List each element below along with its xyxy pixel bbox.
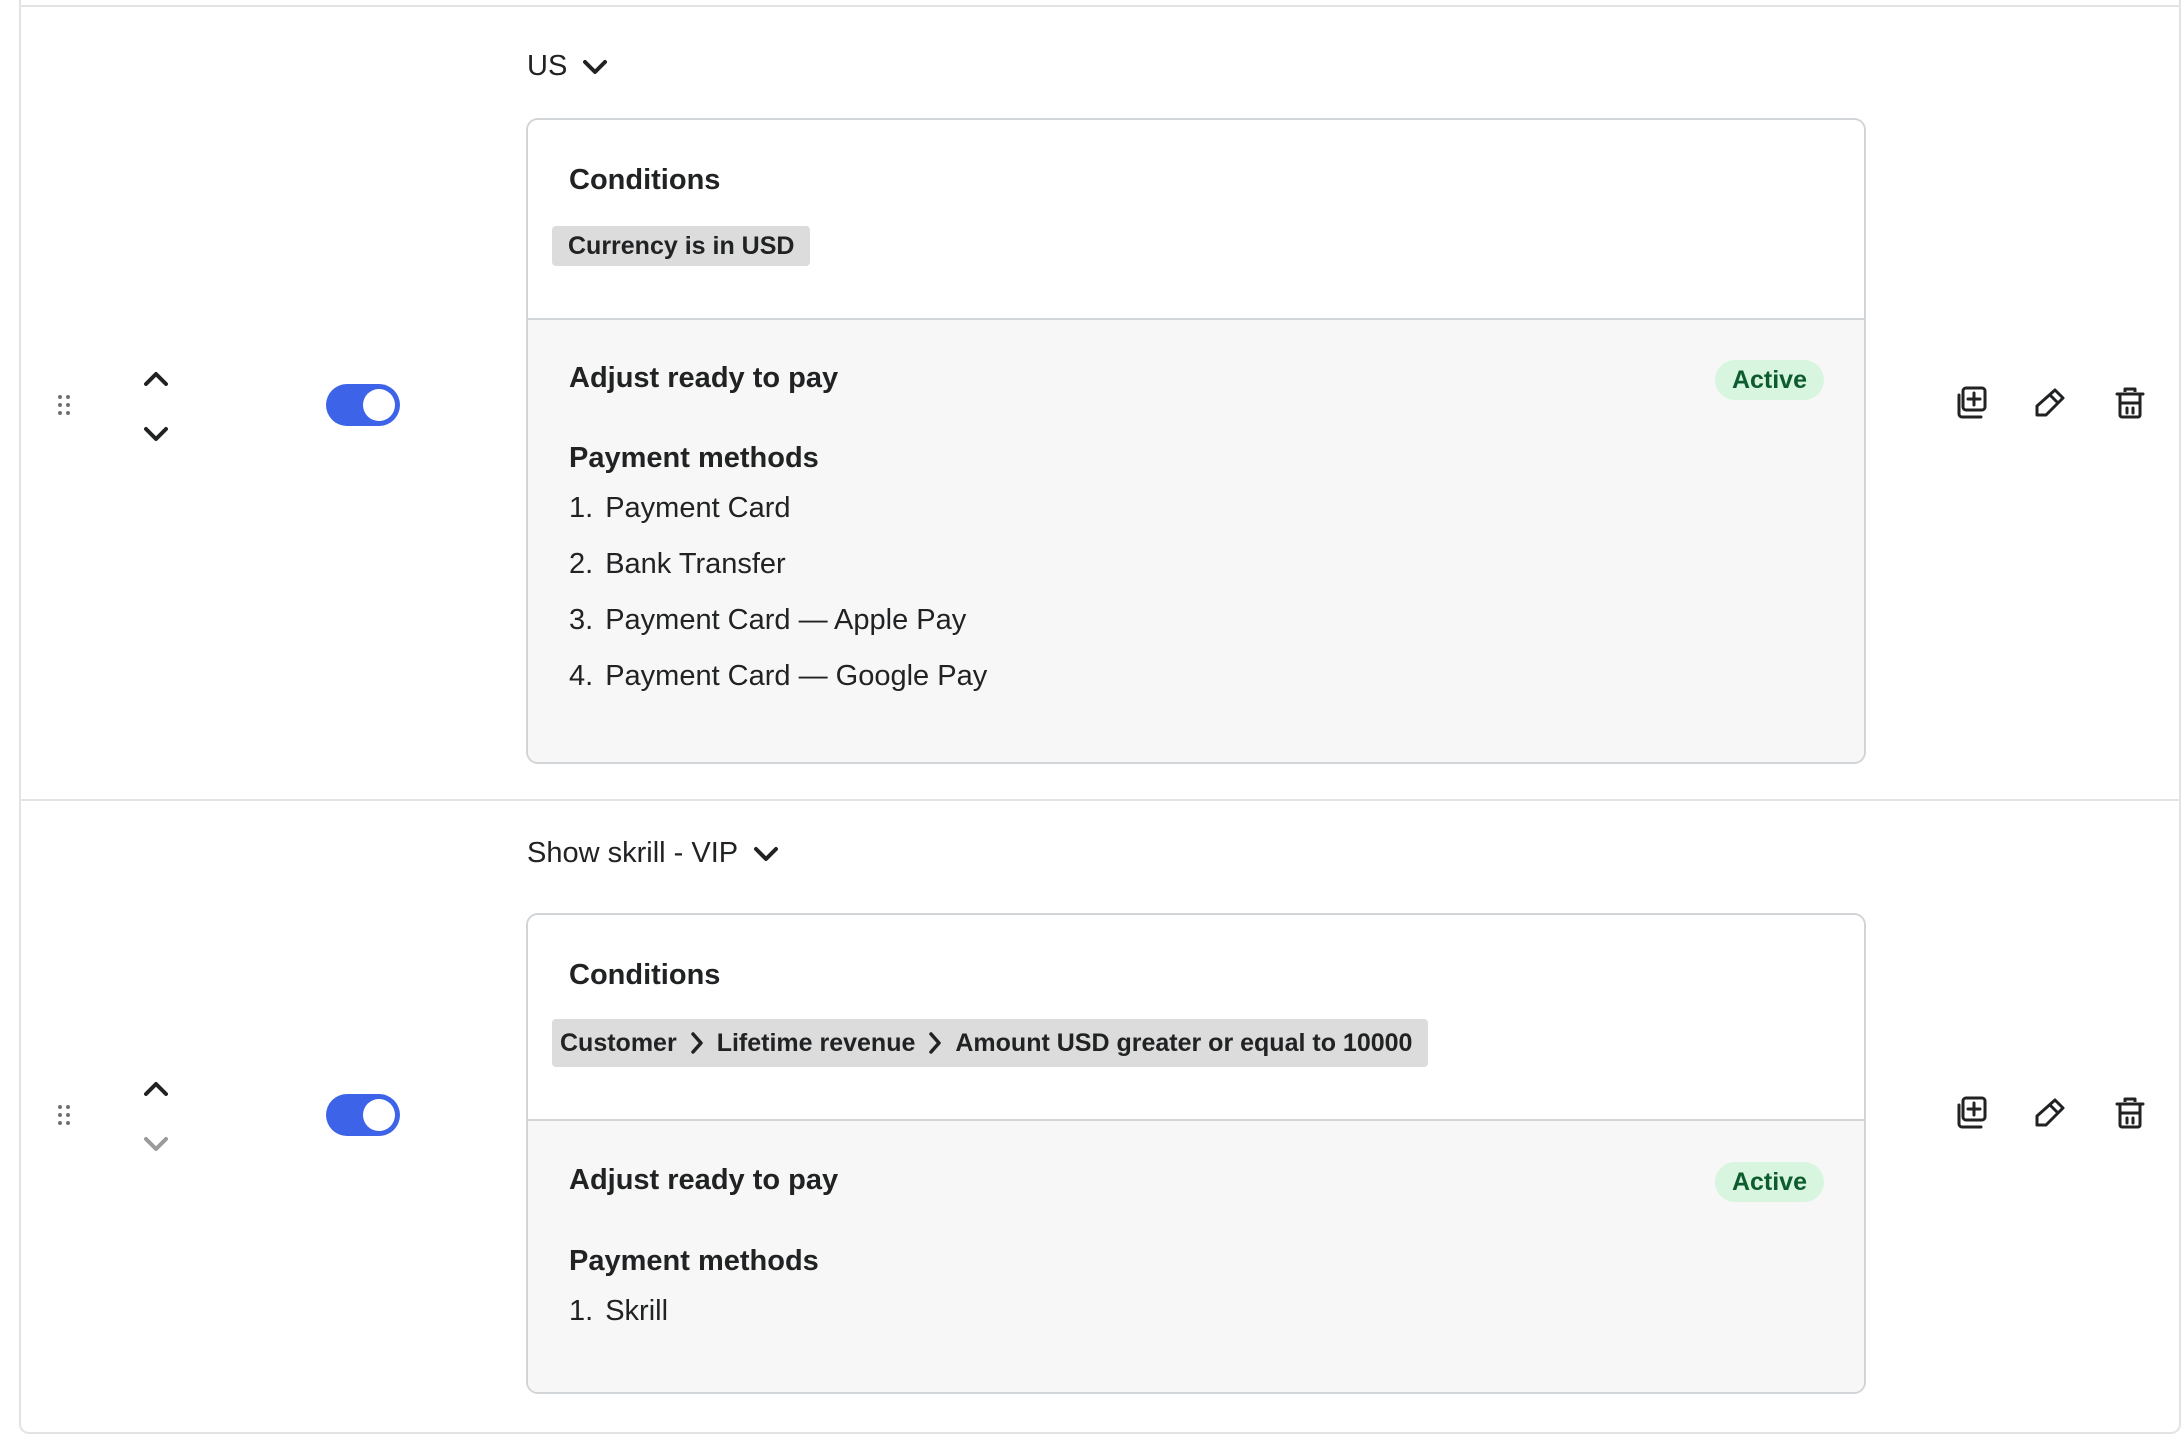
list-item: 1. Payment Card bbox=[569, 490, 987, 546]
payment-methods-heading: Payment methods bbox=[569, 1245, 819, 1277]
rule-name: Show skrill - VIP bbox=[527, 837, 739, 869]
pencil-icon[interactable] bbox=[2030, 383, 2070, 423]
item-number: 1. bbox=[569, 1295, 594, 1327]
status-badge: Active bbox=[1714, 1162, 1824, 1202]
rule-name-dropdown[interactable]: US bbox=[527, 50, 609, 83]
chevron-down-icon bbox=[144, 1137, 168, 1151]
item-label: Payment Card bbox=[605, 492, 791, 524]
toggle-knob bbox=[363, 389, 395, 421]
trash-icon[interactable] bbox=[2110, 1093, 2150, 1133]
payment-methods-heading: Payment methods bbox=[569, 442, 819, 474]
conditions-section: Conditions Currency is in USD bbox=[528, 120, 1864, 320]
rule-row: US Conditions Currency is in USD Adjust … bbox=[21, 7, 2179, 801]
chevron-right-icon bbox=[689, 1030, 705, 1056]
item-label: Payment Card — Google Pay bbox=[605, 660, 988, 692]
chevron-down-icon bbox=[754, 846, 779, 861]
chevron-up-icon[interactable] bbox=[138, 364, 174, 394]
action-title: Adjust ready to pay bbox=[569, 362, 839, 394]
toggle-knob bbox=[363, 1099, 395, 1131]
payment-methods-list: 1. Payment Card 2. Bank Transfer 3. Payment… bbox=[569, 490, 987, 714]
action-section: Adjust ready to pay Active Payment metho… bbox=[528, 320, 1864, 762]
rule-card: Conditions Customer Lifetime revenue Amo… bbox=[526, 913, 1866, 1394]
chevron-down-icon bbox=[583, 59, 608, 74]
payment-methods-list: 1. Skrill bbox=[569, 1293, 668, 1349]
condition-chip: Currency is in USD bbox=[552, 226, 811, 266]
rule-enabled-toggle[interactable] bbox=[326, 1094, 400, 1136]
item-number: 3. bbox=[569, 604, 594, 636]
condition-chip: Customer Lifetime revenue Amount USD gre… bbox=[552, 1019, 1429, 1067]
item-label: Skrill bbox=[605, 1295, 669, 1327]
duplicate-icon[interactable] bbox=[1950, 383, 1990, 423]
chevron-down-icon[interactable] bbox=[138, 419, 174, 449]
item-number: 4. bbox=[569, 660, 594, 692]
rule-row: Show skrill - VIP Conditions Customer Li… bbox=[21, 801, 2179, 1431]
chevron-right-icon bbox=[927, 1030, 943, 1056]
conditions-heading: Conditions bbox=[569, 959, 721, 991]
chevron-up-icon[interactable] bbox=[138, 1074, 174, 1104]
rule-card: Conditions Currency is in USD Adjust rea… bbox=[526, 118, 1866, 764]
condition-part: Currency is in USD bbox=[568, 231, 795, 260]
list-item: 3. Payment Card — Apple Pay bbox=[569, 602, 987, 658]
status-badge: Active bbox=[1714, 360, 1824, 400]
list-item: 4. Payment Card — Google Pay bbox=[569, 658, 987, 714]
rules-list: US Conditions Currency is in USD Adjust … bbox=[19, 0, 2181, 1434]
rule-name-dropdown[interactable]: Show skrill - VIP bbox=[527, 837, 780, 870]
condition-part: Amount USD greater or equal to 10000 bbox=[955, 1028, 1413, 1057]
conditions-section: Conditions Customer Lifetime revenue Amo… bbox=[528, 915, 1864, 1121]
item-label: Payment Card — Apple Pay bbox=[605, 604, 967, 636]
pencil-icon[interactable] bbox=[2030, 1093, 2070, 1133]
duplicate-icon[interactable] bbox=[1950, 1093, 1990, 1133]
drag-handle-icon[interactable] bbox=[56, 395, 72, 419]
item-label: Bank Transfer bbox=[605, 548, 786, 580]
rule-name: US bbox=[527, 50, 568, 82]
action-title: Adjust ready to pay bbox=[569, 1164, 839, 1196]
rule-enabled-toggle[interactable] bbox=[326, 384, 400, 426]
drag-handle-icon[interactable] bbox=[56, 1105, 72, 1129]
item-number: 2. bbox=[569, 548, 594, 580]
conditions-heading: Conditions bbox=[569, 164, 721, 196]
condition-part: Customer bbox=[560, 1028, 677, 1057]
action-section: Adjust ready to pay Active Payment metho… bbox=[528, 1121, 1864, 1392]
list-item: 1. Skrill bbox=[569, 1293, 668, 1349]
item-number: 1. bbox=[569, 492, 594, 524]
list-item: 2. Bank Transfer bbox=[569, 546, 987, 602]
trash-icon[interactable] bbox=[2110, 383, 2150, 423]
condition-part: Lifetime revenue bbox=[716, 1028, 916, 1057]
